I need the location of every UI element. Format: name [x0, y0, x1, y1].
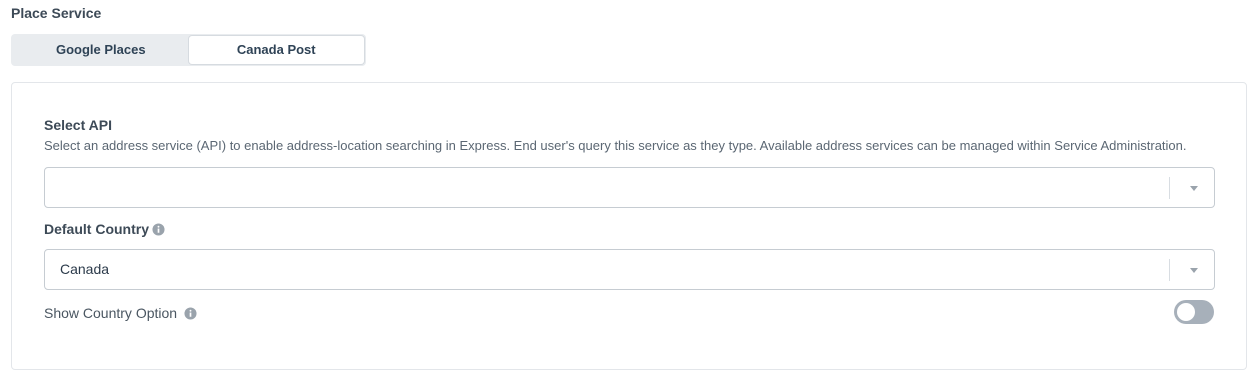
- show-country-option-toggle[interactable]: [1174, 300, 1214, 324]
- default-country-dropdown[interactable]: Canada: [44, 249, 1215, 290]
- show-country-option-label: Show Country Option: [44, 305, 178, 321]
- section-title: Place Service: [11, 5, 102, 21]
- default-country-label: Default Country: [44, 221, 149, 237]
- tab-google-places[interactable]: Google Places: [13, 36, 189, 64]
- select-api-label: Select API: [44, 117, 112, 133]
- info-icon[interactable]: [152, 223, 165, 236]
- dropdown-separator: [1169, 259, 1170, 281]
- settings-panel: Select API Select an address service (AP…: [11, 82, 1247, 370]
- tab-canada-post[interactable]: Canada Post: [188, 36, 364, 64]
- dropdown-separator: [1169, 177, 1170, 199]
- select-api-dropdown[interactable]: [44, 167, 1215, 208]
- place-service-segmented-control: Google Places Canada Post: [11, 34, 366, 66]
- info-icon[interactable]: [184, 307, 197, 320]
- chevron-down-icon[interactable]: [1186, 262, 1202, 278]
- select-api-description: Select an address service (API) to enabl…: [44, 138, 1187, 153]
- chevron-down-icon[interactable]: [1186, 180, 1202, 196]
- toggle-knob: [1177, 303, 1195, 321]
- default-country-value: Canada: [60, 261, 110, 277]
